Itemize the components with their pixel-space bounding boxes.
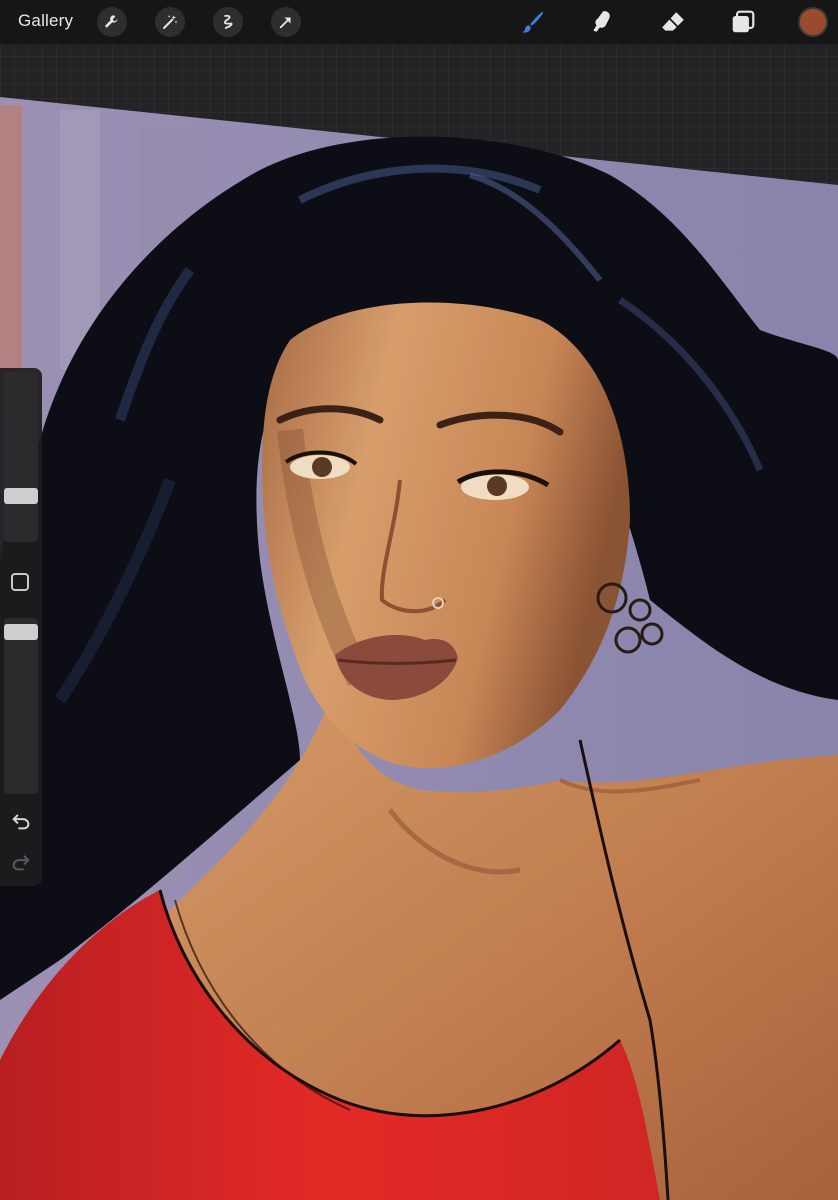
layers-button[interactable] xyxy=(728,7,758,37)
color-picker-swatch[interactable] xyxy=(798,7,828,37)
magic-wand-icon xyxy=(163,15,177,29)
drawing-canvas[interactable] xyxy=(0,0,838,1200)
transform-arrow-icon xyxy=(279,17,291,29)
opacity-slider[interactable] xyxy=(4,618,38,794)
selection-button[interactable] xyxy=(213,7,243,37)
transform-button[interactable] xyxy=(271,7,301,37)
opacity-thumb[interactable] xyxy=(4,624,38,640)
brush-size-slider[interactable] xyxy=(4,372,38,542)
paint-tool-button[interactable] xyxy=(518,7,548,37)
wrench-icon xyxy=(105,15,118,28)
modify-button[interactable] xyxy=(11,573,29,591)
brush-icon xyxy=(522,11,544,33)
undo-button[interactable] xyxy=(9,809,33,833)
erase-tool-button[interactable] xyxy=(658,7,688,37)
layers-icon xyxy=(732,10,755,33)
adjustments-button[interactable] xyxy=(155,7,185,37)
actions-button[interactable] xyxy=(97,7,127,37)
redo-button[interactable] xyxy=(9,850,33,874)
background-streak xyxy=(0,105,22,405)
undo-icon xyxy=(12,814,30,830)
smudge-icon xyxy=(593,11,610,32)
brush-size-thumb[interactable] xyxy=(4,488,38,504)
eraser-icon xyxy=(662,12,684,31)
left-sidebar xyxy=(0,368,42,886)
redo-icon xyxy=(12,855,30,871)
gallery-button[interactable]: Gallery xyxy=(18,11,73,31)
top-toolbar: Gallery xyxy=(0,0,838,44)
procreate-app: Gallery xyxy=(0,0,838,1200)
smudge-tool-button[interactable] xyxy=(587,7,617,37)
selection-icon xyxy=(223,14,233,29)
